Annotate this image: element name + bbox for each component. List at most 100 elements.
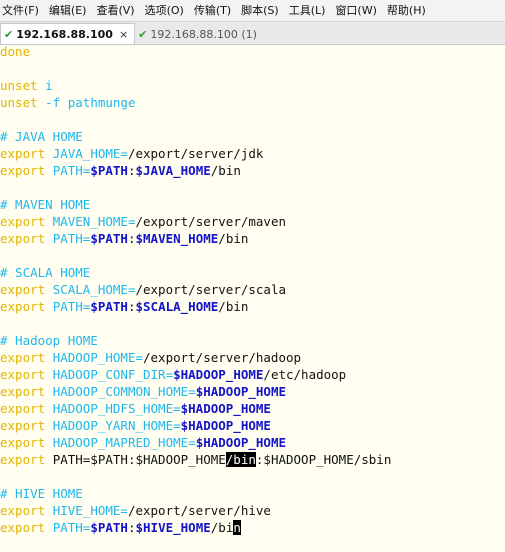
menu-item[interactable]: 脚本(S) — [236, 0, 284, 21]
code-variable: $PATH — [90, 299, 128, 314]
menu-item[interactable]: 查看(V) — [91, 0, 139, 21]
code-variable: $PATH — [90, 163, 128, 178]
code-token: /bin — [218, 231, 249, 246]
code-token: pathmunge — [67, 95, 136, 110]
code-token: HADOOP_CONF_DIR= — [52, 367, 174, 382]
code-comment: # MAVEN HOME — [0, 197, 91, 212]
code-token: HADOOP_MAPRED_HOME= — [52, 435, 196, 450]
code-token: HADOOP_YARN_HOME= — [52, 418, 181, 433]
code-token: /bin — [210, 163, 241, 178]
editor-line: unset i — [0, 77, 391, 94]
close-tab-icon[interactable]: × — [119, 28, 128, 41]
editor-text: done unset i unset -f pathmunge # JAVA HOME… — [0, 45, 391, 536]
code-token: /bin — [218, 299, 249, 314]
editor-line: # SCALA HOME — [0, 264, 391, 281]
code-token: JAVA_HOME= — [52, 146, 128, 161]
editor-line: export HADOOP_CONF_DIR=$HADOOP_HOME/etc/… — [0, 366, 391, 383]
code-keyword: unset — [0, 78, 46, 93]
code-keyword: export — [0, 520, 53, 535]
code-keyword: export — [0, 503, 53, 518]
code-keyword: export — [0, 163, 53, 178]
editor-line: export HADOOP_MAPRED_HOME=$HADOOP_HOME — [0, 434, 391, 451]
code-keyword: unset — [0, 95, 46, 110]
tab-session-1[interactable]: ✔ 192.168.88.100 × — [0, 23, 136, 44]
code-token: /etc/hadoop — [263, 367, 347, 382]
code-token: /bi — [210, 520, 234, 535]
editor-line: # Hadoop HOME — [0, 332, 391, 349]
code-token: /export/server/hadoop — [143, 350, 302, 365]
code-token: PATH=$PATH:$HADOOP_HOME — [52, 452, 226, 467]
menu-item[interactable]: 文件(F) — [0, 0, 44, 21]
editor-line: export HADOOP_HOME=/export/server/hadoop — [0, 349, 391, 366]
code-token: :$HADOOP_HOME/sbin — [255, 452, 392, 467]
code-keyword: export — [0, 282, 53, 297]
connected-check-icon: ✔ — [138, 27, 148, 41]
menu-item[interactable]: 工具(L) — [284, 0, 331, 21]
editor-line: export HADOOP_HDFS_HOME=$HADOOP_HOME — [0, 400, 391, 417]
editor-line: export PATH=$PATH:$HADOOP_HOME/bin:$HADO… — [0, 451, 391, 468]
code-keyword: export — [0, 214, 53, 229]
editor-line: export PATH=$PATH:$HIVE_HOME/bin — [0, 519, 391, 536]
editor-line: export HIVE_HOME=/export/server/hive — [0, 502, 391, 519]
editor-line: # MAVEN HOME — [0, 196, 391, 213]
code-comment: # SCALA HOME — [0, 265, 91, 280]
code-keyword: export — [0, 452, 53, 467]
code-token: i — [45, 78, 53, 93]
code-keyword: export — [0, 146, 53, 161]
code-variable: $HADOOP_HOME — [195, 384, 286, 399]
menu-bar: 文件(F) 编辑(E) 查看(V) 选项(O) 传输(T) 脚本(S) 工具(L) 窗口(W)… — [0, 0, 505, 22]
code-token: SCALA_HOME= — [52, 282, 136, 297]
code-token: : — [127, 163, 136, 178]
editor-line: export HADOOP_COMMON_HOME=$HADOOP_HOME — [0, 383, 391, 400]
tab-session-2[interactable]: ✔ 192.168.88.100 (1) — [135, 24, 263, 44]
menu-item[interactable]: 传输(T) — [189, 0, 236, 21]
code-variable: $PATH — [90, 520, 128, 535]
code-token: HADOOP_HOME= — [52, 350, 143, 365]
menu-item[interactable]: 选项(O) — [140, 0, 189, 21]
menu-item[interactable]: 编辑(E) — [44, 0, 92, 21]
terminal-editor[interactable]: done unset i unset -f pathmunge # JAVA HOME… — [0, 45, 505, 552]
code-token: /export/server/hive — [127, 503, 271, 518]
code-token: HIVE_HOME= — [52, 503, 128, 518]
code-variable: $SCALA_HOME — [135, 299, 219, 314]
editor-line: export SCALA_HOME=/export/server/scala — [0, 281, 391, 298]
code-token: -f — [45, 95, 61, 110]
code-keyword: export — [0, 401, 53, 416]
code-token: PATH= — [52, 163, 91, 178]
connected-check-icon: ✔ — [4, 27, 14, 41]
editor-line: # JAVA HOME — [0, 128, 391, 145]
code-variable: $HADOOP_HOME — [180, 401, 271, 416]
code-token: PATH= — [52, 231, 91, 246]
selected-text: /bin — [225, 452, 256, 467]
text-cursor: n — [233, 520, 241, 535]
code-token: : — [127, 231, 136, 246]
code-token: : — [127, 299, 136, 314]
code-variable: $HADOOP_HOME — [173, 367, 264, 382]
code-token: PATH= — [52, 299, 91, 314]
code-token: HADOOP_COMMON_HOME= — [52, 384, 196, 399]
menu-item[interactable]: 帮助(H) — [382, 0, 431, 21]
session-tab-bar: ✔ 192.168.88.100 × ✔ 192.168.88.100 (1) — [0, 22, 505, 45]
editor-line: export PATH=$PATH:$MAVEN_HOME/bin — [0, 230, 391, 247]
code-comment: # HIVE HOME — [0, 486, 83, 501]
code-keyword: export — [0, 231, 53, 246]
code-variable: $PATH — [90, 231, 128, 246]
code-token: /export/server/maven — [135, 214, 286, 229]
code-comment: # JAVA HOME — [0, 129, 83, 144]
editor-line: export HADOOP_YARN_HOME=$HADOOP_HOME — [0, 417, 391, 434]
code-variable: $HADOOP_HOME — [180, 418, 271, 433]
code-token: /export/server/scala — [135, 282, 286, 297]
code-variable: $HIVE_HOME — [135, 520, 211, 535]
menu-item[interactable]: 窗口(W) — [330, 0, 381, 21]
editor-line: # HIVE HOME — [0, 485, 391, 502]
code-token: /export/server/jdk — [127, 146, 264, 161]
code-keyword: export — [0, 299, 53, 314]
editor-line: unset -f pathmunge — [0, 94, 391, 111]
code-keyword: export — [0, 384, 53, 399]
